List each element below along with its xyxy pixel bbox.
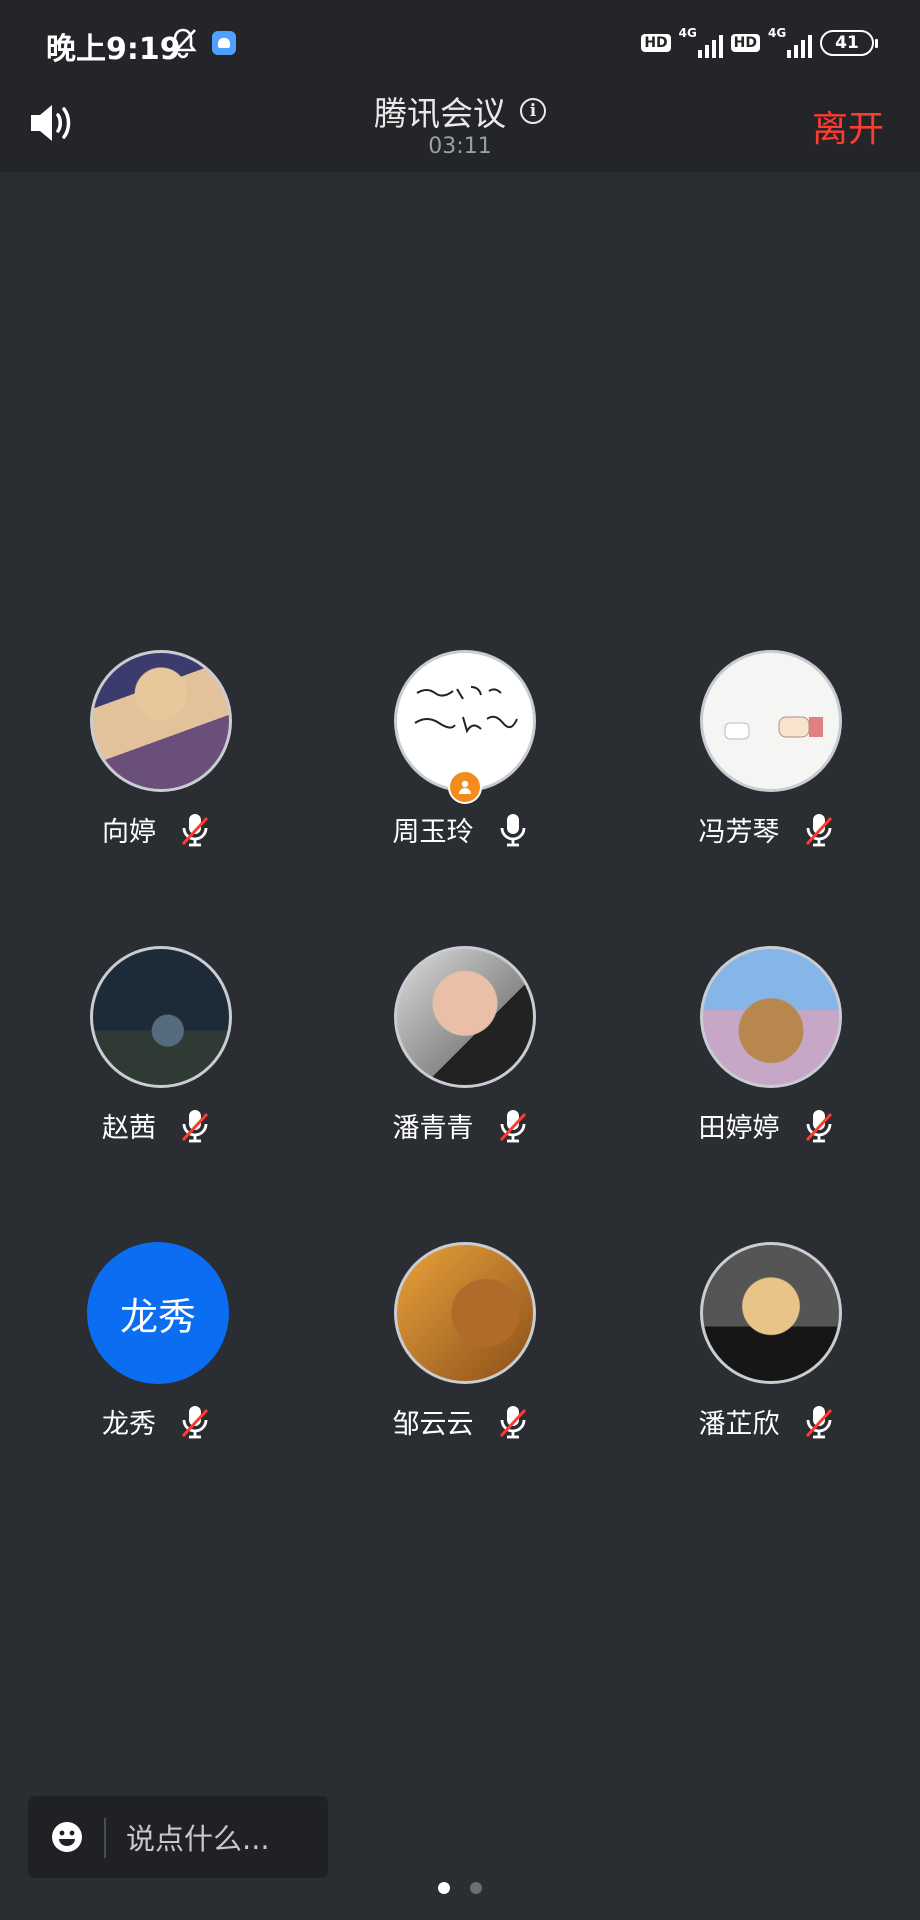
info-icon[interactable]: i <box>520 98 546 124</box>
status-bar: 晚上9:19 HD 4G HD 4G 41 <box>0 0 920 86</box>
mic-muted-icon <box>805 813 832 846</box>
signal-icon-2: 4G <box>768 26 812 60</box>
page-indicator <box>0 1882 920 1894</box>
participant-name: 龙秀 <box>102 1409 156 1440</box>
status-time: 晚上9:19 <box>46 32 181 67</box>
avatar <box>700 1242 842 1384</box>
chat-input-placeholder[interactable]: 说点什么... <box>126 1816 270 1858</box>
mic-muted-icon <box>805 1405 832 1438</box>
meeting-header: 腾讯会议 i 03:11 离开 <box>0 86 920 172</box>
mic-muted-icon <box>499 1109 526 1142</box>
meeting-timer: 03:11 <box>428 134 492 159</box>
participant-name: 向婷 <box>102 817 156 848</box>
bell-muted-icon <box>167 26 199 64</box>
participant-name: 潘芷欣 <box>698 1409 780 1440</box>
emoji-icon[interactable] <box>50 1820 84 1858</box>
mic-muted-icon <box>499 1405 526 1438</box>
host-badge-icon <box>448 770 482 804</box>
participant-name: 赵茜 <box>102 1113 156 1144</box>
avatar <box>90 946 232 1088</box>
hd-badge-2: HD <box>730 34 760 52</box>
mic-icon <box>500 813 525 846</box>
participant-name: 周玉玲 <box>392 817 474 848</box>
participant-name: 邹云云 <box>392 1409 474 1440</box>
participant-name: 冯芳琴 <box>698 817 780 848</box>
avatar <box>700 946 842 1088</box>
participant-name: 潘青青 <box>392 1113 474 1144</box>
status-indicators: HD 4G HD 4G 41 <box>641 26 878 60</box>
meeting-app-icon <box>212 31 236 55</box>
signal-icon: 4G <box>679 26 723 60</box>
leave-button[interactable]: 离开 <box>812 100 884 152</box>
mic-muted-icon <box>181 1109 209 1142</box>
meeting-title: 腾讯会议 <box>374 94 506 133</box>
divider <box>104 1818 106 1858</box>
page-dot[interactable] <box>470 1882 482 1894</box>
page-dot-active[interactable] <box>438 1882 450 1894</box>
participant-name: 田婷婷 <box>698 1113 780 1144</box>
avatar <box>394 1242 536 1384</box>
chat-input-bar[interactable]: 说点什么... <box>28 1796 328 1878</box>
mic-muted-icon <box>805 1109 832 1142</box>
avatar <box>90 650 232 792</box>
mic-muted-icon <box>181 813 209 846</box>
hd-badge: HD <box>641 34 671 52</box>
title-area: 腾讯会议 i <box>0 86 920 136</box>
avatar <box>700 650 842 792</box>
battery-icon: 41 <box>820 30 878 56</box>
mic-muted-icon <box>181 1405 209 1438</box>
avatar <box>394 946 536 1088</box>
avatar-initials: 龙秀 <box>87 1242 229 1384</box>
